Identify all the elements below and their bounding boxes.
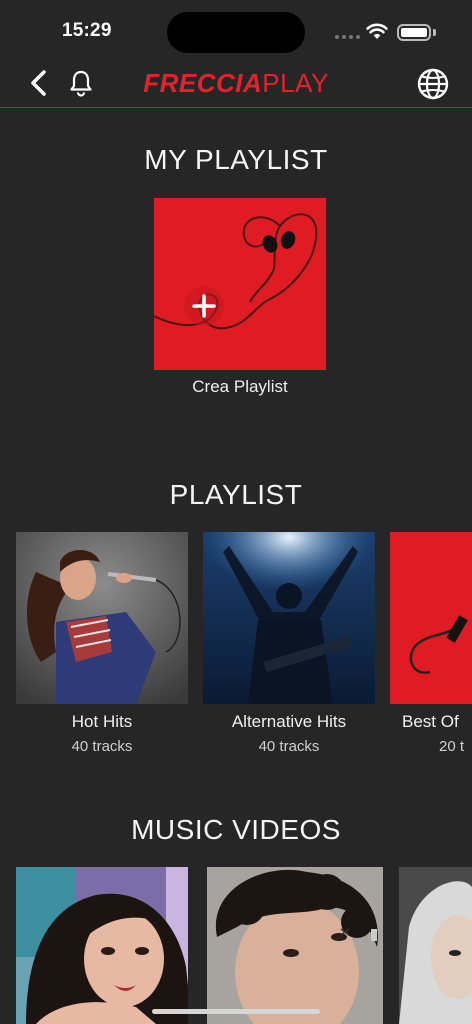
status-time: 15:29 — [62, 20, 112, 41]
music-video-thumbnail — [207, 867, 383, 1024]
playlist-track-count: 20 t — [439, 738, 465, 755]
create-playlist-label[interactable]: Crea Playlist — [0, 377, 472, 397]
playlist-card-best-of[interactable]: Best Of 20 t — [390, 532, 472, 772]
playlist-cover-alternative-hits — [203, 532, 375, 704]
my-playlist-title: MY PLAYLIST — [144, 144, 328, 175]
home-indicator[interactable] — [152, 1009, 320, 1014]
music-video-card[interactable] — [207, 867, 383, 1024]
freccia-play-logo: FRECCIAPLAY — [0, 68, 472, 99]
playlist-track-count: 40 tracks — [258, 738, 320, 755]
playlist-cover-hot-hits — [16, 532, 188, 704]
music-video-card[interactable] — [16, 867, 188, 1024]
battery-icon — [397, 24, 431, 41]
heart-earphones-artwork — [154, 198, 326, 370]
battery-tip — [433, 29, 436, 36]
dynamic-island — [167, 12, 305, 53]
wifi-icon — [366, 23, 388, 39]
playlist-title: Hot Hits — [71, 712, 133, 731]
music-videos-title: MUSIC VIDEOS — [131, 814, 341, 845]
playlist-track-count: 40 tracks — [71, 738, 133, 755]
playlist-card-alternative-hits[interactable]: Alternative Hits 40 tracks — [203, 532, 375, 755]
logo-text-freccia: FRECCIA — [143, 68, 263, 98]
status-bar: 15:29 — [0, 0, 472, 60]
language-globe-icon[interactable] — [416, 67, 450, 101]
cellular-signal-icon — [335, 35, 360, 39]
playlist-title: Alternative Hits — [231, 712, 347, 731]
create-playlist-tile[interactable] — [154, 198, 326, 370]
music-video-card[interactable] — [399, 867, 472, 1024]
music-video-thumbnail — [16, 867, 188, 1024]
playlist-section-title: PLAYLIST — [169, 479, 303, 510]
playlist-title: Best Of — [402, 712, 459, 731]
playlist-cover-best-of — [390, 532, 472, 704]
logo-text-play: PLAY — [262, 68, 329, 98]
app-header: FRECCIAPLAY — [0, 60, 472, 108]
music-video-thumbnail — [399, 867, 472, 1024]
playlist-card-hot-hits[interactable]: Hot Hits 40 tracks — [16, 532, 188, 755]
